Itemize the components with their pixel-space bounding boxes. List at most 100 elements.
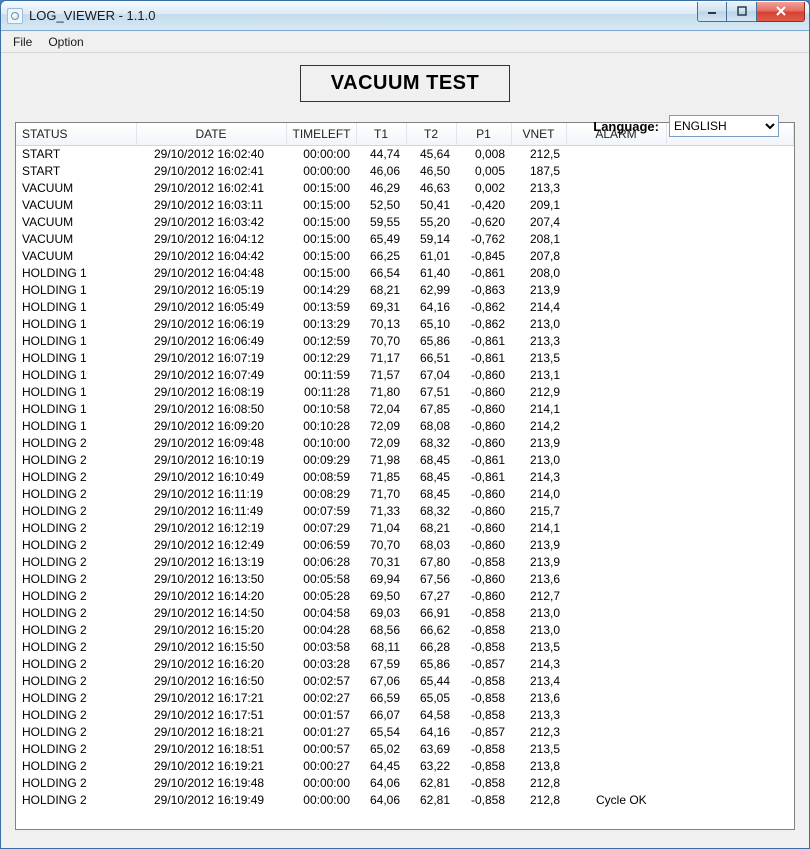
table-row[interactable]: HOLDING 129/10/2012 16:04:4800:15:0066,5… — [16, 265, 794, 282]
cell-timeleft: 00:15:00 — [286, 248, 356, 265]
cell-t2: 68,03 — [406, 537, 456, 554]
col-header-t2[interactable]: T2 — [406, 123, 456, 146]
cell-spacer — [666, 673, 794, 690]
cell-p1: -0,860 — [456, 571, 511, 588]
table-row[interactable]: HOLDING 229/10/2012 16:15:5000:03:5868,1… — [16, 639, 794, 656]
cell-timeleft: 00:08:59 — [286, 469, 356, 486]
cell-spacer — [666, 792, 794, 809]
table-row[interactable]: HOLDING 229/10/2012 16:18:2100:01:2765,5… — [16, 724, 794, 741]
table-row[interactable]: VACUUM29/10/2012 16:04:1200:15:0065,4959… — [16, 231, 794, 248]
cell-alarm — [566, 537, 666, 554]
maximize-button[interactable] — [727, 2, 757, 22]
cell-t2: 65,05 — [406, 690, 456, 707]
log-table-container[interactable]: STATUS DATE TIMELEFT T1 T2 P1 VNET ALARM… — [15, 122, 795, 830]
table-row[interactable]: HOLDING 129/10/2012 16:08:5000:10:5872,0… — [16, 401, 794, 418]
col-header-date[interactable]: DATE — [136, 123, 286, 146]
col-header-t1[interactable]: T1 — [356, 123, 406, 146]
menu-option[interactable]: Option — [40, 33, 91, 51]
table-row[interactable]: HOLDING 229/10/2012 16:11:1900:08:2971,7… — [16, 486, 794, 503]
table-row[interactable]: HOLDING 229/10/2012 16:14:2000:05:2869,5… — [16, 588, 794, 605]
cell-spacer — [666, 724, 794, 741]
table-row[interactable]: HOLDING 229/10/2012 16:13:1900:06:2870,3… — [16, 554, 794, 571]
table-row[interactable]: HOLDING 229/10/2012 16:16:5000:02:5767,0… — [16, 673, 794, 690]
cell-timeleft: 00:00:00 — [286, 163, 356, 180]
cell-date: 29/10/2012 16:18:21 — [136, 724, 286, 741]
cell-date: 29/10/2012 16:15:20 — [136, 622, 286, 639]
table-row[interactable]: HOLDING 229/10/2012 16:14:5000:04:5869,0… — [16, 605, 794, 622]
cell-t1: 70,13 — [356, 316, 406, 333]
cell-spacer — [666, 571, 794, 588]
table-row[interactable]: HOLDING 229/10/2012 16:19:4900:00:0064,0… — [16, 792, 794, 809]
cell-p1: -0,861 — [456, 452, 511, 469]
table-row[interactable]: HOLDING 129/10/2012 16:05:4900:13:5969,3… — [16, 299, 794, 316]
cell-spacer — [666, 758, 794, 775]
cell-alarm — [566, 690, 666, 707]
cell-status: START — [16, 163, 136, 180]
table-row[interactable]: HOLDING 229/10/2012 16:13:5000:05:5869,9… — [16, 571, 794, 588]
table-row[interactable]: HOLDING 229/10/2012 16:16:2000:03:2867,5… — [16, 656, 794, 673]
cell-p1: 0,008 — [456, 146, 511, 163]
cell-timeleft: 00:13:59 — [286, 299, 356, 316]
table-row[interactable]: START29/10/2012 16:02:4100:00:0046,0646,… — [16, 163, 794, 180]
cell-alarm — [566, 486, 666, 503]
cell-spacer — [666, 435, 794, 452]
table-row[interactable]: START29/10/2012 16:02:4000:00:0044,7445,… — [16, 146, 794, 163]
col-header-timeleft[interactable]: TIMELEFT — [286, 123, 356, 146]
cell-t1: 59,55 — [356, 214, 406, 231]
table-row[interactable]: HOLDING 229/10/2012 16:09:4800:10:0072,0… — [16, 435, 794, 452]
cell-vnet: 213,1 — [511, 367, 566, 384]
table-row[interactable]: HOLDING 229/10/2012 16:10:1900:09:2971,9… — [16, 452, 794, 469]
table-row[interactable]: HOLDING 129/10/2012 16:06:4900:12:5970,7… — [16, 333, 794, 350]
close-button[interactable] — [757, 2, 805, 22]
cell-t2: 62,81 — [406, 792, 456, 809]
language-select[interactable]: ENGLISH — [669, 115, 779, 137]
cell-timeleft: 00:15:00 — [286, 214, 356, 231]
cell-t2: 67,56 — [406, 571, 456, 588]
cell-spacer — [666, 418, 794, 435]
cell-t1: 71,85 — [356, 469, 406, 486]
table-row[interactable]: HOLDING 129/10/2012 16:07:4900:11:5971,5… — [16, 367, 794, 384]
cell-date: 29/10/2012 16:04:48 — [136, 265, 286, 282]
cell-timeleft: 00:06:28 — [286, 554, 356, 571]
cell-p1: -0,860 — [456, 367, 511, 384]
table-row[interactable]: HOLDING 229/10/2012 16:17:5100:01:5766,0… — [16, 707, 794, 724]
table-row[interactable]: VACUUM29/10/2012 16:03:1100:15:0052,5050… — [16, 197, 794, 214]
cell-t2: 59,14 — [406, 231, 456, 248]
table-row[interactable]: HOLDING 229/10/2012 16:19:2100:00:2764,4… — [16, 758, 794, 775]
cell-p1: -0,860 — [456, 418, 511, 435]
table-row[interactable]: HOLDING 229/10/2012 16:18:5100:00:5765,0… — [16, 741, 794, 758]
cell-timeleft: 00:07:59 — [286, 503, 356, 520]
titlebar[interactable]: LOG_VIEWER - 1.1.0 — [1, 1, 809, 31]
table-row[interactable]: HOLDING 129/10/2012 16:05:1900:14:2968,2… — [16, 282, 794, 299]
table-row[interactable]: HOLDING 129/10/2012 16:08:1900:11:2871,8… — [16, 384, 794, 401]
table-row[interactable]: VACUUM29/10/2012 16:02:4100:15:0046,2946… — [16, 180, 794, 197]
menu-file[interactable]: File — [5, 33, 40, 51]
cell-status: HOLDING 2 — [16, 690, 136, 707]
table-row[interactable]: HOLDING 229/10/2012 16:17:2100:02:2766,5… — [16, 690, 794, 707]
table-row[interactable]: VACUUM29/10/2012 16:03:4200:15:0059,5555… — [16, 214, 794, 231]
cell-date: 29/10/2012 16:14:50 — [136, 605, 286, 622]
col-header-p1[interactable]: P1 — [456, 123, 511, 146]
cell-timeleft: 00:14:29 — [286, 282, 356, 299]
table-row[interactable]: HOLDING 129/10/2012 16:09:2000:10:2872,0… — [16, 418, 794, 435]
cell-t1: 71,33 — [356, 503, 406, 520]
table-row[interactable]: HOLDING 229/10/2012 16:12:1900:07:2971,0… — [16, 520, 794, 537]
table-row[interactable]: HOLDING 229/10/2012 16:10:4900:08:5971,8… — [16, 469, 794, 486]
table-row[interactable]: HOLDING 129/10/2012 16:06:1900:13:2970,1… — [16, 316, 794, 333]
cell-status: HOLDING 1 — [16, 316, 136, 333]
minimize-button[interactable] — [697, 2, 727, 22]
cell-vnet: 213,8 — [511, 758, 566, 775]
cell-t1: 70,70 — [356, 537, 406, 554]
cell-vnet: 213,3 — [511, 333, 566, 350]
table-row[interactable]: HOLDING 229/10/2012 16:12:4900:06:5970,7… — [16, 537, 794, 554]
cell-vnet: 213,3 — [511, 707, 566, 724]
table-row[interactable]: VACUUM29/10/2012 16:04:4200:15:0066,2561… — [16, 248, 794, 265]
col-header-vnet[interactable]: VNET — [511, 123, 566, 146]
table-row[interactable]: HOLDING 229/10/2012 16:15:2000:04:2868,5… — [16, 622, 794, 639]
col-header-status[interactable]: STATUS — [16, 123, 136, 146]
cell-timeleft: 00:05:58 — [286, 571, 356, 588]
table-row[interactable]: HOLDING 129/10/2012 16:07:1900:12:2971,1… — [16, 350, 794, 367]
table-row[interactable]: HOLDING 229/10/2012 16:11:4900:07:5971,3… — [16, 503, 794, 520]
cell-vnet: 212,8 — [511, 792, 566, 809]
table-row[interactable]: HOLDING 229/10/2012 16:19:4800:00:0064,0… — [16, 775, 794, 792]
